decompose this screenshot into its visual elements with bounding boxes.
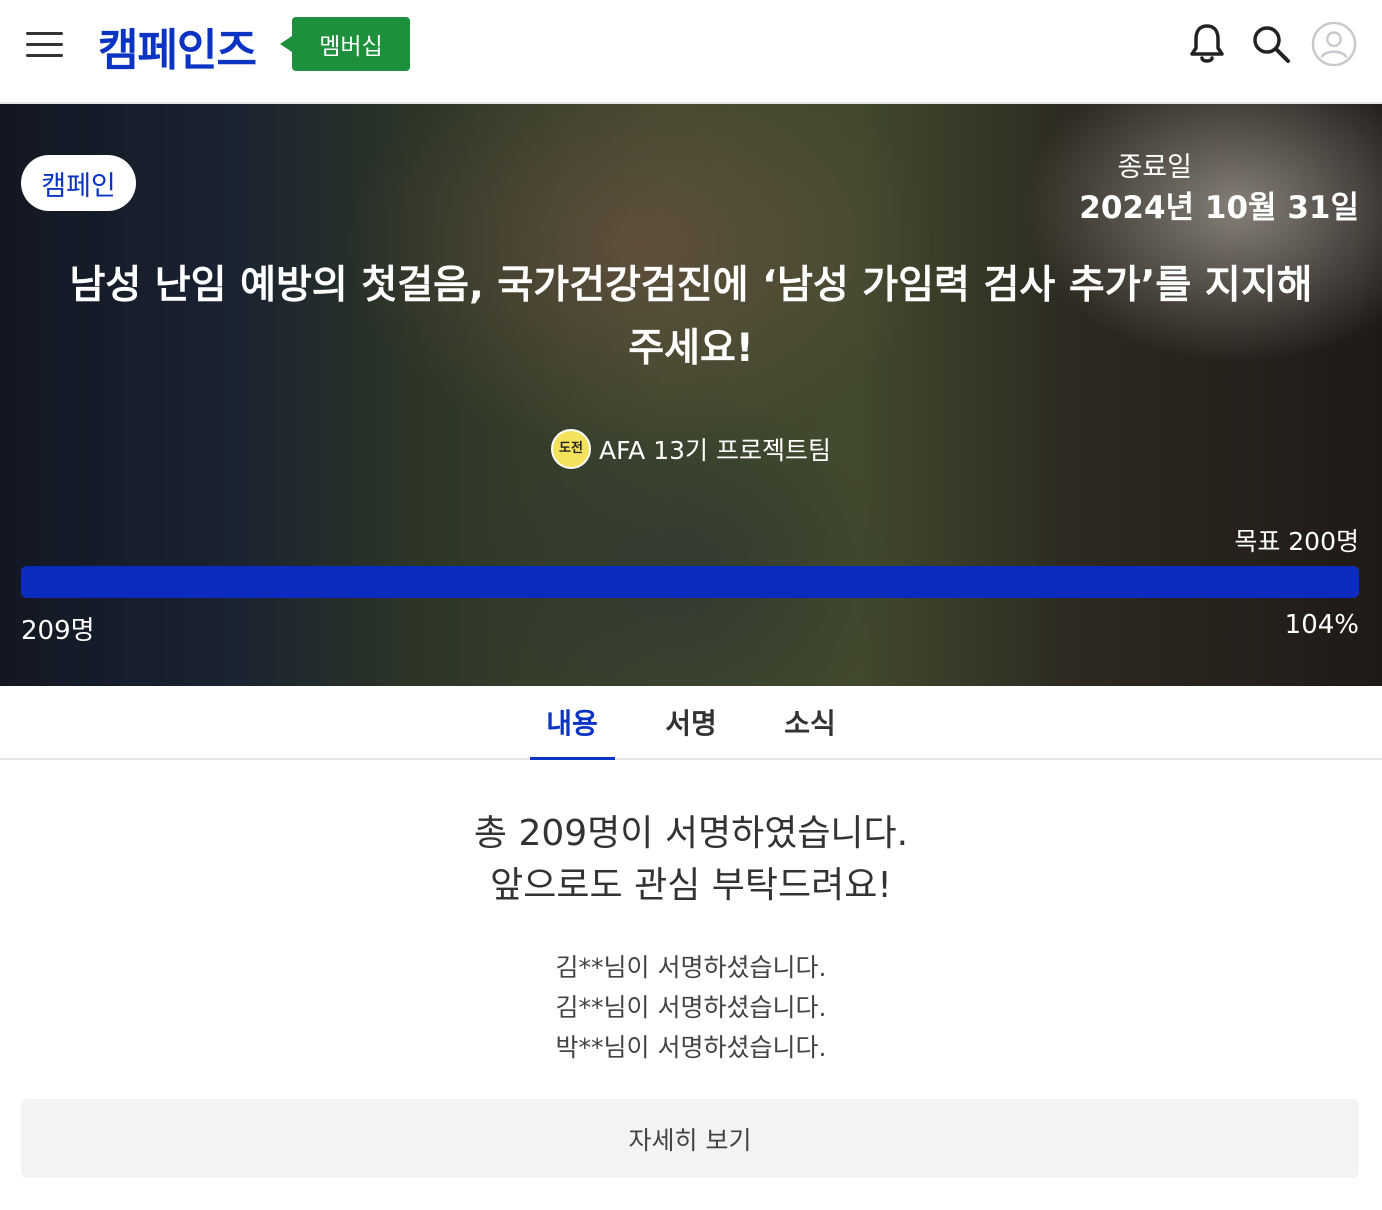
organizer-logo: 도전 [551,429,591,469]
campaign-title-line2: 주세요! [628,326,754,371]
view-more-button[interactable]: 자세히 보기 [21,1099,1359,1178]
bell-icon[interactable] [1184,20,1230,68]
tab-content[interactable]: 내용 [513,686,632,760]
organizer-name: AFA 13기 프로젝트팀 [599,436,831,465]
end-date-value: 2024년 10월 31일 [1079,190,1359,226]
summary-line1: 총 209명이 서명하였습니다. [473,813,909,854]
list-item: 김**님이 서명하셨습니다. [555,953,827,982]
membership-button[interactable]: 멤버십 [280,17,410,71]
user-avatar-icon[interactable] [1311,20,1357,68]
list-item: 김**님이 서명하셨습니다. [555,993,827,1022]
search-icon[interactable] [1248,20,1294,68]
signature-summary: 총 209명이 서명하였습니다. 앞으로도 관심 부탁드려요! [0,808,1382,912]
tab-signatures[interactable]: 서명 [632,686,751,758]
progress-percent: 104% [1284,610,1359,640]
list-item: 박**님이 서명하셨습니다. [555,1033,827,1062]
campaign-hero: 캠페인 종료일 2024년 10월 31일 남성 난임 예방의 첫걸음, 국가건… [0,104,1382,686]
goal-label: 목표 200명 [1234,527,1359,556]
campaign-title-line1: 남성 난임 예방의 첫걸음, 국가건강검진에 ‘남성 가임력 검사 추가’를 지… [69,263,1313,308]
organizer[interactable]: 도전 AFA 13기 프로젝트팀 [0,429,1382,469]
end-date-label: 종료일 [1117,152,1192,183]
progress-bar [21,566,1359,598]
campaign-title: 남성 난임 예방의 첫걸음, 국가건강검진에 ‘남성 가임력 검사 추가’를 지… [40,254,1342,380]
top-header: 캠페인즈 멤버십 [0,0,1382,104]
progress-fill [21,566,1359,598]
campaign-badge: 캠페인 [21,155,136,211]
tab-news[interactable]: 소식 [751,686,870,758]
signature-count: 209명 [21,616,95,646]
content-tabs: 내용 서명 소식 [0,686,1382,760]
site-logo[interactable]: 캠페인즈 [98,14,257,78]
hamburger-menu-icon[interactable] [26,32,64,58]
recent-signers-list: 김**님이 서명하셨습니다. 김**님이 서명하셨습니다. 박**님이 서명하셨… [0,948,1382,1068]
summary-line2: 앞으로도 관심 부탁드려요! [490,865,892,906]
